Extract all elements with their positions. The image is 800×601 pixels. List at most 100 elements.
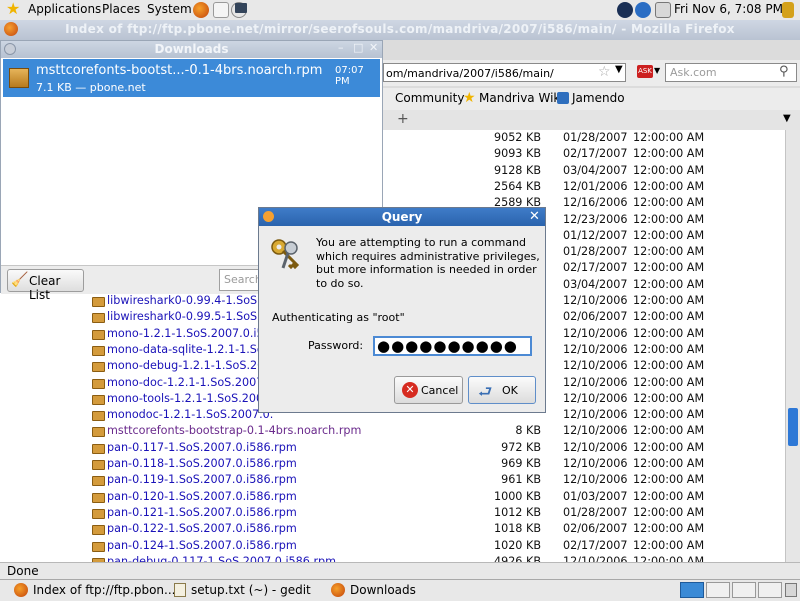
download-indicator-icon[interactable]	[617, 2, 633, 18]
dialog-close-icon[interactable]: ✕	[529, 209, 540, 224]
system-menu[interactable]: System	[147, 2, 192, 16]
search-icon[interactable]: ⚲	[779, 64, 789, 79]
bookmark-jamendo[interactable]: Jamendo	[572, 91, 625, 105]
file-date: 12/10/2006	[563, 326, 628, 340]
downloads-title: Downloads	[154, 42, 229, 56]
file-link[interactable]: msttcorefonts-bootstrap-0.1-4brs.noarch.…	[107, 424, 361, 437]
file-date: 03/04/2007	[563, 163, 628, 177]
file-link[interactable]: pan-0.120-1.SoS.2007.0.i586.rpm	[107, 490, 297, 503]
table-row: pan-0.120-1.SoS.2007.0.i586.rpm 1000 KB 01…	[0, 490, 785, 506]
file-link[interactable]: pan-0.117-1.SoS.2007.0.i586.rpm	[107, 441, 297, 454]
downloads-titlebar[interactable]: Downloads – □ ✕	[1, 41, 382, 58]
file-time: 12:00:00 AM	[633, 294, 705, 307]
places-menu[interactable]: Places	[102, 2, 140, 16]
file-date: 01/28/2007	[563, 245, 628, 259]
file-time: 12:00:00 AM	[633, 212, 705, 226]
table-row: pan-0.117-1.SoS.2007.0.i586.rpm 972 KB 12/…	[0, 441, 785, 457]
file-icon	[92, 329, 105, 340]
gedit-task-icon	[174, 583, 186, 597]
file-link[interactable]: libwireshark0-0.99.4-1.SoS.20	[107, 294, 275, 307]
file-date: 12/10/2006	[563, 342, 628, 356]
firefox-titlebar[interactable]: Index of ftp://ftp.pbone.net/mirror/seer…	[0, 20, 800, 40]
url-dropdown-icon[interactable]: ▼	[615, 64, 623, 75]
task-firefox[interactable]: Index of ftp://ftp.pbon...	[33, 583, 175, 597]
firefox-launcher-icon[interactable]	[193, 2, 209, 18]
file-size: 2564 KB	[493, 179, 541, 193]
applications-menu[interactable]: Applications	[28, 2, 101, 16]
file-size: 969 KB	[501, 457, 541, 470]
file-date: 12/10/2006	[563, 554, 628, 562]
file-icon	[92, 411, 105, 422]
file-size: 1018 KB	[493, 522, 541, 536]
file-time: 12:00:00 AM	[633, 147, 705, 161]
query-dialog: Query ✕ You are attempting to run a comm…	[258, 207, 546, 413]
file-link[interactable]: pan-0.122-1.SoS.2007.0.i586.rpm	[107, 522, 297, 535]
minimize-icon[interactable]: –	[338, 41, 344, 54]
volume-icon[interactable]	[655, 2, 671, 18]
password-field[interactable]: ●●●●●●●●●●	[373, 336, 532, 356]
search-engine-icon[interactable]: ASK	[637, 65, 653, 78]
file-link[interactable]: pan-0.121-1.SoS.2007.0.i586.rpm	[107, 506, 297, 519]
file-size: 1020 KB	[493, 538, 541, 552]
file-size: 1012 KB	[493, 505, 541, 519]
clear-list-button[interactable]: 🧹 Clear List	[7, 269, 84, 302]
table-row: pan-0.124-1.SoS.2007.0.i586.rpm 1020 KB 02…	[0, 539, 785, 555]
update-indicator-icon[interactable]	[635, 2, 651, 18]
file-link[interactable]: mono-data-sqlite-1.2.1-1.SoS.	[107, 343, 274, 356]
file-link[interactable]: pan-0.119-1.SoS.2007.0.i586.rpm	[107, 473, 297, 486]
file-time: 12:00:00 AM	[633, 359, 705, 373]
trash-icon[interactable]	[785, 583, 797, 597]
file-link[interactable]: mono-debug-1.2.1-1.SoS.200	[107, 359, 271, 372]
file-time: 12:00:00 AM	[633, 489, 705, 503]
status-bar: Done	[0, 562, 800, 580]
bookmark-community[interactable]: Community	[395, 91, 464, 105]
workspace-1[interactable]	[680, 582, 704, 598]
file-time: 12:00:00 AM	[633, 424, 705, 438]
task-gedit[interactable]: setup.txt (~) - gedit	[191, 583, 311, 597]
file-link[interactable]: libwireshark0-0.99.5-1.SoS.20	[107, 310, 275, 323]
query-titlebar[interactable]: Query ✕	[259, 208, 545, 226]
ok-button[interactable]: ⮐ OK	[468, 376, 536, 404]
scrollbar-thumb[interactable]	[788, 408, 798, 446]
table-row: pan-0.122-1.SoS.2007.0.i586.rpm 1018 KB 02…	[0, 522, 785, 538]
file-link[interactable]: monodoc-1.2.1-1.SoS.2007.0.	[107, 408, 273, 421]
search-input[interactable]: Ask.com	[665, 63, 797, 82]
bookmark-mandriva-wiki[interactable]: Mandriva Wiki	[479, 91, 564, 105]
gnome-star-icon[interactable]: ★	[6, 1, 22, 17]
file-time: 12:00:00 AM	[633, 505, 705, 519]
cancel-button[interactable]: ✕ Cancel	[394, 376, 463, 404]
search-engine-dropdown-icon[interactable]: ▼	[654, 66, 660, 75]
download-item[interactable]: msttcorefonts-bootst...-0.1-4brs.noarch.…	[3, 59, 380, 97]
file-link[interactable]: pan-0.124-1.SoS.2007.0.i586.rpm	[107, 539, 297, 552]
keys-icon	[269, 236, 305, 272]
file-date: 12/10/2006	[563, 391, 628, 405]
url-bar[interactable]: om/mandriva/2007/i586/main/	[383, 63, 626, 82]
panel-clock[interactable]: Fri Nov 6, 7:08 PM	[674, 2, 783, 16]
lock-icon[interactable]	[782, 2, 794, 18]
workspace-4[interactable]	[758, 582, 782, 598]
new-tab-icon[interactable]: +	[397, 111, 409, 127]
file-size: 961 KB	[501, 473, 541, 487]
file-link[interactable]: mono-1.2.1-1.SoS.2007.0.i586	[107, 327, 278, 340]
maximize-icon[interactable]: □	[353, 41, 363, 54]
file-icon	[92, 443, 105, 454]
close-icon[interactable]: ✕	[369, 41, 378, 54]
file-link[interactable]: pan-0.118-1.SoS.2007.0.i586.rpm	[107, 457, 297, 470]
vertical-scrollbar[interactable]	[785, 130, 800, 562]
file-link[interactable]: pan-debug-0.117-1.SoS.2007.0.i586.rpm	[107, 555, 336, 562]
file-icon	[92, 362, 105, 373]
workspace-2[interactable]	[706, 582, 730, 598]
file-time: 12:00:00 AM	[633, 440, 705, 454]
bookmark-star-icon[interactable]: ☆	[598, 64, 611, 80]
jamendo-icon	[557, 92, 569, 104]
file-time: 12:00:00 AM	[633, 179, 705, 193]
tab-list-dropdown-icon[interactable]: ▼	[783, 113, 791, 124]
mail-launcher-icon[interactable]	[213, 2, 229, 18]
terminal-launcher-icon[interactable]	[235, 3, 247, 13]
workspace-3[interactable]	[732, 582, 756, 598]
file-date: 12/10/2006	[563, 294, 628, 307]
task-downloads[interactable]: Downloads	[350, 583, 416, 597]
file-link[interactable]: mono-doc-1.2.1-1.SoS.2007.0	[107, 376, 274, 389]
file-link[interactable]: mono-tools-1.2.1-1.SoS.2007.	[107, 392, 274, 405]
file-icon	[92, 460, 105, 470]
